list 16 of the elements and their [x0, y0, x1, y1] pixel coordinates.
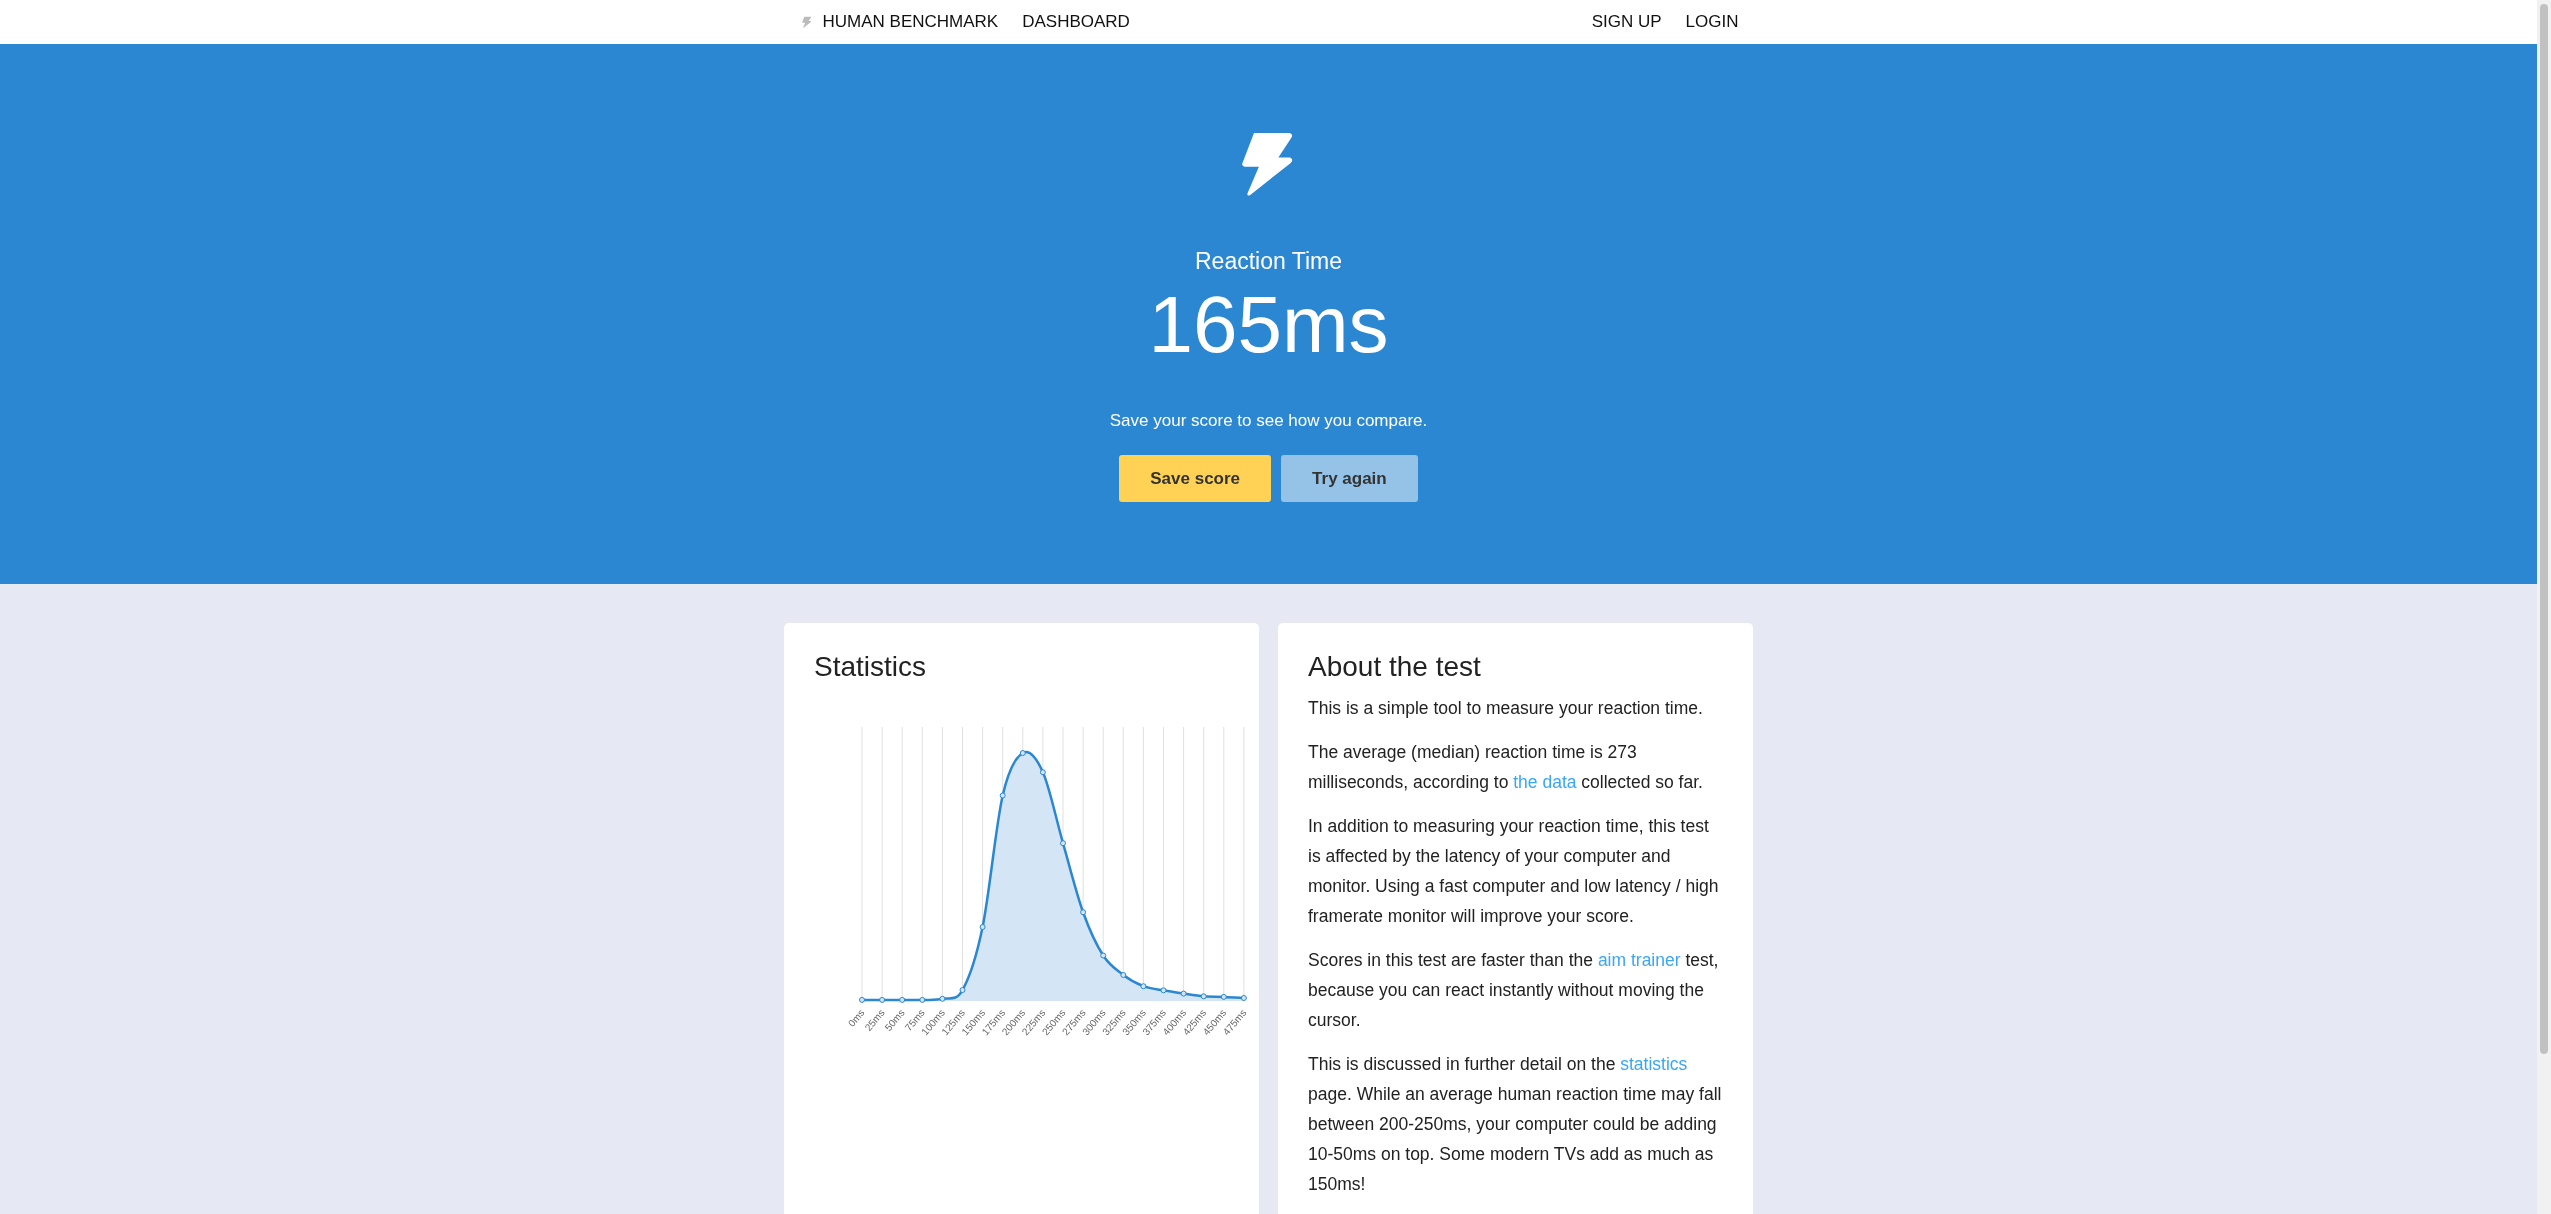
paragraph: This is a simple tool to measure your reaction time. — [1308, 697, 1704, 720]
card-title: Statistics — [814, 651, 928, 683]
paragraph: The average (median) reaction time is 273 milliseconds, according to the data collected so far. — [1308, 741, 1704, 794]
test-title: Reaction Time — [1195, 248, 1342, 275]
save-hint: Save your score to see how you compare. — [1109, 411, 1428, 431]
paragraph: Scores in this test are faster than the aim trainer test, because you can react instantly without moving the cursor. — [1308, 949, 1720, 1032]
home-link[interactable]: HUMAN BENCHMARK — [798, 12, 999, 32]
result-time: 165ms — [1148, 281, 1389, 369]
paragraph: This is discussed in further detail on the statistics page. While an average human reaction time may fall between 200-250ms, your computer could be adding 10-50ms on top. Some modern TVs add as much as 150ms! — [1308, 1053, 1723, 1196]
try-again-button[interactable]: Try again — [1281, 455, 1418, 502]
paragraph: In addition to measuring your reaction time, this test is affected by the latency of your computer and monitor. Using a fast computer and low latency / high framerate monitor will improve your score. — [1308, 815, 1720, 928]
nav-link[interactable]: SIGN UP — [1591, 12, 1662, 32]
card-title: About the test — [1308, 651, 1482, 683]
nav-link[interactable]: LOGIN — [1685, 12, 1739, 32]
nav-link[interactable]: DASHBOARD — [1022, 12, 1130, 32]
save-score-button[interactable]: Save score — [1119, 455, 1272, 502]
